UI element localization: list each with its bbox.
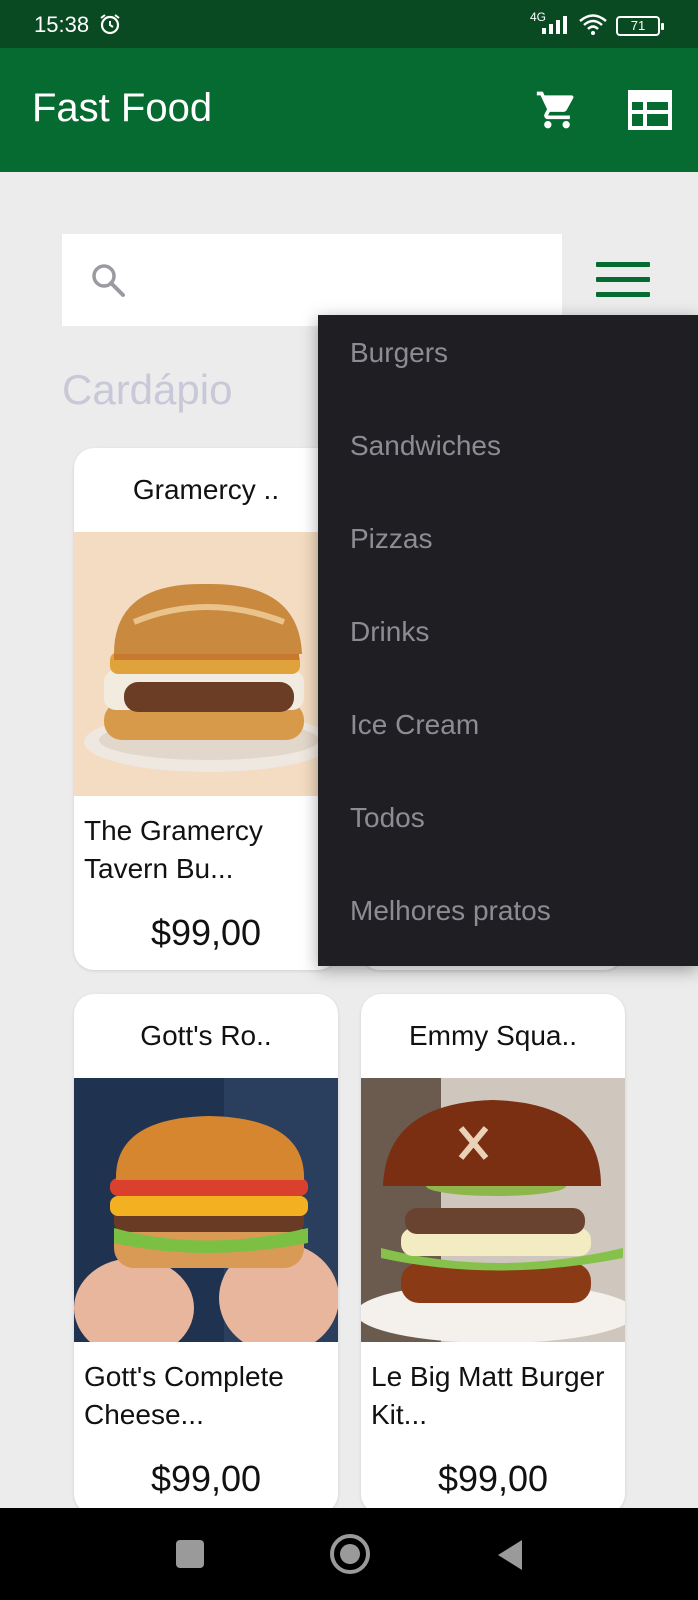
product-title: Gramercy ..: [132, 474, 280, 505]
menu-line: [596, 277, 650, 282]
menu-item-pizzas[interactable]: Pizzas: [350, 523, 432, 555]
category-menu-button[interactable]: [596, 262, 650, 300]
product-name: Le Big Matt Burger Kit...: [371, 1361, 605, 1430]
menu-item-melhores-pratos[interactable]: Melhores pratos: [350, 895, 551, 927]
menu-item-todos[interactable]: Todos: [350, 802, 425, 834]
product-title: Gott's Ro..: [140, 1020, 272, 1051]
product-price: $99,00: [437, 1458, 549, 1499]
product-name: Gott's Complete Cheese...: [84, 1361, 284, 1430]
product-photo: [74, 532, 338, 796]
app-title: Fast Food: [32, 86, 213, 130]
system-nav-bar: [0, 1508, 698, 1600]
product-title: Emmy Squa..: [408, 1020, 578, 1051]
recents-icon[interactable]: [176, 1540, 204, 1568]
menu-item-drinks[interactable]: Drinks: [350, 616, 429, 648]
table-icon[interactable]: [628, 90, 672, 130]
search-bar: [62, 234, 562, 326]
section-title: Cardápio: [62, 366, 233, 413]
product-photo: [361, 1078, 625, 1342]
product-card[interactable]: Gramercy .. The Gramercy Tavern Bu... $9…: [74, 448, 338, 970]
battery-level: 71: [630, 18, 646, 33]
menu-item-burgers[interactable]: Burgers: [350, 337, 448, 369]
search-input[interactable]: [142, 254, 542, 306]
app-bar: Fast Food: [0, 48, 698, 172]
product-price: $99,00: [150, 912, 262, 953]
menu-item-ice-cream[interactable]: Ice Cream: [350, 709, 479, 741]
back-icon[interactable]: [494, 1538, 524, 1572]
battery-icon: 71: [616, 16, 664, 36]
menu-item-sandwiches[interactable]: Sandwiches: [350, 430, 501, 462]
menu-line: [596, 262, 650, 267]
category-dropdown: Burgers Sandwiches Pizzas Drinks Ice Cre…: [318, 315, 698, 966]
product-card[interactable]: Emmy Squa.. Le Big Matt Burger Kit... $9…: [361, 994, 625, 1514]
product-photo: [74, 1078, 338, 1342]
wifi-icon: [579, 14, 607, 35]
cart-icon[interactable]: [535, 88, 579, 132]
alarm-icon: [100, 14, 120, 35]
signal-icon: [542, 16, 567, 34]
product-card[interactable]: Gott's Ro.. Gott's Complete Cheese... $9…: [74, 994, 338, 1514]
product-price: $99,00: [150, 1458, 262, 1499]
search-icon: [92, 264, 125, 297]
product-name: The Gramercy Tavern Bu...: [84, 815, 263, 884]
status-time: 15:38: [34, 12, 90, 37]
status-bar: 15:38 4G 71: [0, 0, 698, 48]
menu-line: [596, 292, 650, 297]
home-icon[interactable]: [330, 1534, 370, 1574]
